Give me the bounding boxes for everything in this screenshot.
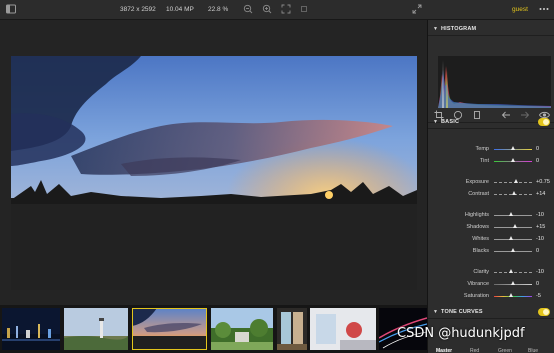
contrast-slider-handle[interactable] <box>512 191 517 195</box>
shadows-slider-handle[interactable] <box>512 224 517 228</box>
basic-enable-toggle[interactable] <box>538 118 550 126</box>
histogram-section-header[interactable]: ▼ HISTOGRAM <box>428 22 554 36</box>
shadows-label: Shadows <box>466 224 489 230</box>
blacks-label: Blacks <box>472 248 489 254</box>
filmstrip <box>0 305 427 353</box>
highlights-label: Highlights <box>464 212 489 218</box>
slider-row-contrast: Contrast +14 <box>428 189 554 199</box>
thumbnail-sunset-selected[interactable] <box>132 308 207 350</box>
main-photo-sunset[interactable] <box>11 56 417 290</box>
saturation-label: Saturation <box>463 293 489 299</box>
histogram-title: HISTOGRAM <box>441 26 477 32</box>
sidebar-toggle-icon[interactable] <box>5 4 17 16</box>
thumbnail-window[interactable] <box>277 308 307 350</box>
temp-value: 0 <box>536 146 540 152</box>
tint-value: 0 <box>536 158 540 164</box>
slider-row-whites: Whites -10 <box>428 234 554 244</box>
saturation-slider-handle[interactable] <box>509 293 514 297</box>
image-canvas[interactable] <box>0 20 427 305</box>
tone-curves-title: TONE CURVES <box>441 309 483 315</box>
image-dimensions: 3872 x 2592 <box>120 6 156 13</box>
clarity-label: Clarity <box>473 269 489 275</box>
exposure-value: +0.75 <box>536 179 550 185</box>
slider-row-tint: Tint 0 <box>428 156 554 166</box>
slider-row-exposure: Exposure +0.75 <box>428 177 554 187</box>
collapse-triangle-icon[interactable]: ▼ <box>433 22 438 36</box>
zoom-in-icon[interactable] <box>261 4 273 16</box>
exposure-slider-handle[interactable] <box>513 179 518 183</box>
whites-slider-handle[interactable] <box>508 236 513 240</box>
tab-green[interactable]: Green <box>498 345 512 353</box>
collapse-triangle-icon[interactable]: ▼ <box>433 305 438 319</box>
highlights-value: -10 <box>536 212 544 218</box>
basic-section-header[interactable]: ▼ BASIC <box>428 115 554 129</box>
blacks-value: 0 <box>536 248 540 254</box>
clarity-slider-handle[interactable] <box>508 269 513 273</box>
tint-slider-handle[interactable] <box>510 158 515 162</box>
tab-red[interactable]: Red <box>470 345 479 353</box>
vibrance-slider-handle[interactable] <box>510 281 515 285</box>
tint-label: Tint <box>480 158 489 164</box>
temp-slider-handle[interactable] <box>510 146 515 150</box>
basic-title: BASIC <box>441 119 460 125</box>
slider-row-highlights: Highlights -10 <box>428 210 554 220</box>
tone-curve-tabs: Master Red Green Blue <box>428 345 554 353</box>
exposure-label: Exposure <box>465 179 489 185</box>
more-icon[interactable] <box>538 4 550 16</box>
shadows-value: +15 <box>536 224 546 230</box>
collapse-triangle-icon[interactable]: ▼ <box>433 115 438 129</box>
user-name[interactable]: guest <box>512 0 528 20</box>
slider-row-clarity: Clarity -10 <box>428 267 554 277</box>
tab-blue[interactable]: Blue <box>528 345 538 353</box>
tone-curves-enable-toggle[interactable] <box>538 308 550 316</box>
thumbnail-city-night[interactable] <box>2 308 60 350</box>
temp-label: Temp <box>475 146 489 152</box>
slider-row-saturation: Saturation -5 <box>428 291 554 301</box>
contrast-label: Contrast <box>468 191 489 197</box>
clarity-value: -10 <box>536 269 544 275</box>
fit-screen-icon[interactable] <box>280 4 292 16</box>
slider-row-shadows: Shadows +15 <box>428 222 554 232</box>
actual-size-icon[interactable] <box>298 4 310 16</box>
vibrance-label: Vibrance <box>467 281 489 287</box>
contrast-value: +14 <box>536 191 546 197</box>
tab-master[interactable]: Master <box>436 345 452 353</box>
image-megapixels: 10.04 MP <box>166 6 194 13</box>
highlights-slider-track[interactable] <box>494 214 532 216</box>
tone-curves-section-header[interactable]: ▼ TONE CURVES <box>428 305 554 319</box>
slider-row-temp: Temp 0 <box>428 144 554 154</box>
slider-row-blacks: Blacks 0 <box>428 246 554 256</box>
thumbnail-lighthouse[interactable] <box>64 308 128 350</box>
top-toolbar: 3872 x 2592 10.04 MP 22.8 % guest <box>0 0 554 20</box>
fullscreen-icon[interactable] <box>411 4 423 16</box>
thumbnail-garden[interactable] <box>211 308 273 350</box>
vibrance-value: 0 <box>536 281 540 287</box>
saturation-value: -5 <box>536 293 541 299</box>
zoom-level: 22.8 % <box>208 6 229 13</box>
whites-label: Whites <box>472 236 489 242</box>
highlights-slider-handle[interactable] <box>508 212 513 216</box>
blacks-slider-handle[interactable] <box>510 248 515 252</box>
watermark-text: CSDN @hudunkjpdf <box>397 326 525 341</box>
slider-row-vibrance: Vibrance 0 <box>428 279 554 289</box>
clarity-slider-track[interactable] <box>494 271 532 273</box>
adjustments-panel: ▼ HISTOGRAM ▼ BASIC Temp 0 Tint 0 Exposu… <box>427 20 554 353</box>
zoom-out-icon[interactable] <box>242 4 254 16</box>
histogram <box>438 56 551 108</box>
whites-value: -10 <box>536 236 544 242</box>
thumbnail-interior[interactable] <box>310 308 376 350</box>
whites-slider-track[interactable] <box>494 238 532 240</box>
